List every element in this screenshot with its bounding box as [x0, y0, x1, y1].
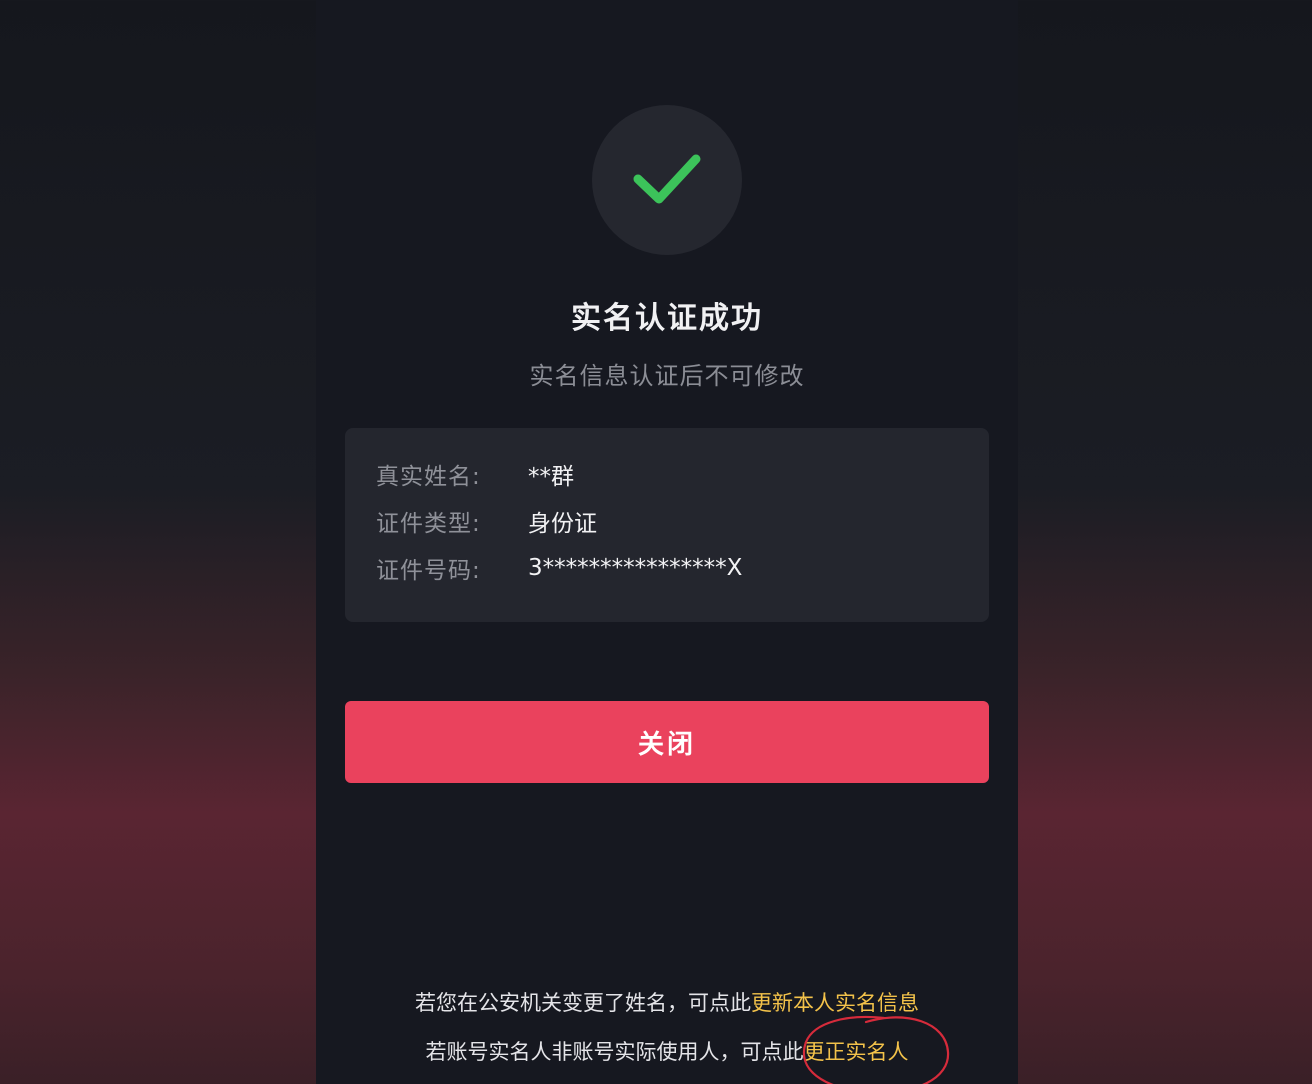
identity-info-card: 真实姓名: **群 证件类型: 身份证 证件号码: 3*************… [345, 428, 989, 622]
note-correct-owner: 若账号实名人非账号实际使用人，可点此更正实名人 [316, 1036, 1018, 1066]
info-value-id-number: 3****************X [528, 555, 743, 581]
background-right [1018, 0, 1312, 1084]
info-row-name: 真实姓名: **群 [376, 458, 574, 490]
check-icon [633, 154, 701, 204]
verification-result-panel: 实名认证成功 实名信息认证后不可修改 真实姓名: **群 证件类型: 身份证 证… [316, 0, 1018, 1084]
background-left [0, 0, 316, 1084]
note-update-name-text: 若您在公安机关变更了姓名，可点此 [415, 991, 751, 1015]
info-label-name: 真实姓名: [376, 464, 481, 490]
close-button[interactable]: 关闭 [345, 701, 989, 783]
info-label-id-type: 证件类型: [376, 511, 481, 537]
page-subtitle: 实名信息认证后不可修改 [529, 362, 805, 390]
correct-real-name-owner-link[interactable]: 更正实名人 [804, 1040, 909, 1064]
note-correct-owner-text: 若账号实名人非账号实际使用人，可点此 [425, 1040, 804, 1064]
info-value-id-type: 身份证 [528, 511, 597, 537]
update-real-name-link[interactable]: 更新本人实名信息 [751, 991, 919, 1015]
info-row-id-type: 证件类型: 身份证 [376, 505, 597, 537]
info-row-id-number: 证件号码: 3****************X [376, 552, 742, 584]
page-title: 实名认证成功 [571, 301, 763, 336]
success-badge [592, 105, 742, 255]
info-label-id-number: 证件号码: [376, 558, 481, 584]
info-value-name: **群 [528, 464, 574, 490]
note-update-name: 若您在公安机关变更了姓名，可点此更新本人实名信息 [316, 987, 1018, 1017]
